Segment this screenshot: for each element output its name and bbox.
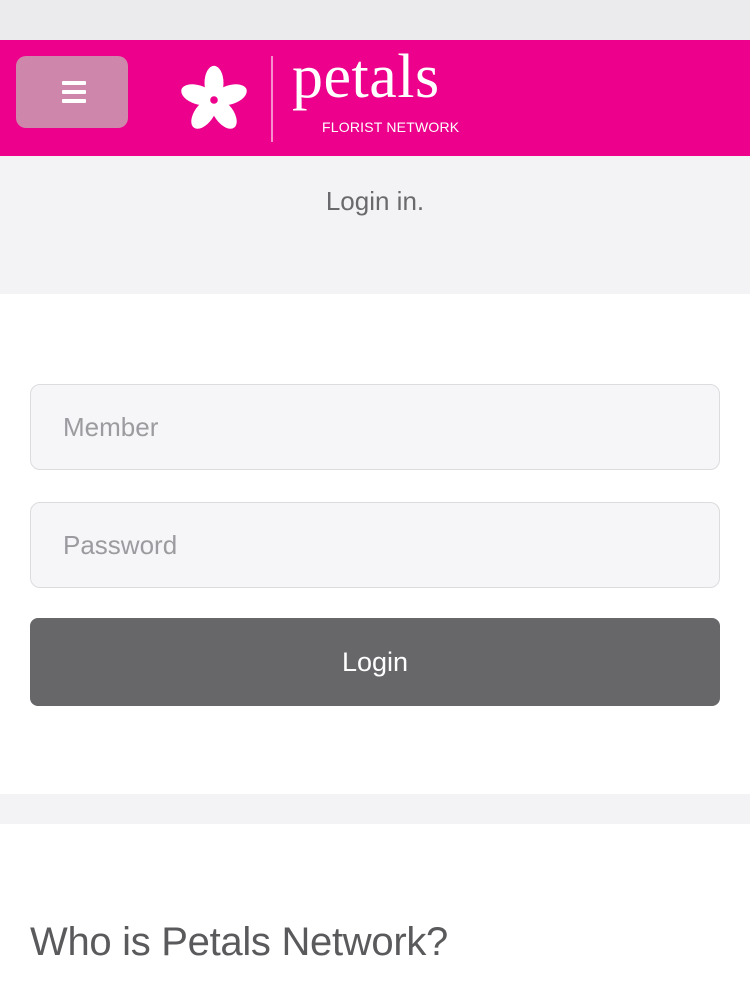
about-heading: Who is Petals Network?: [30, 920, 448, 964]
logo-tagline: FLORIST NETWORK: [322, 119, 460, 135]
logo-divider: [271, 56, 273, 142]
section-separator: [0, 794, 750, 824]
site-header: petals FLORIST NETWORK: [0, 40, 750, 156]
flower-icon: [181, 65, 247, 129]
password-field-wrapper: [30, 502, 720, 588]
page-title: Login in.: [325, 186, 425, 216]
title-band: Login in.: [0, 156, 750, 294]
login-button[interactable]: Login: [30, 618, 720, 706]
member-field-wrapper: [30, 384, 720, 470]
page: petals FLORIST NETWORK Login in. Login W…: [0, 0, 750, 1000]
logo-wordmark: petals: [292, 43, 440, 111]
menu-button[interactable]: [16, 56, 128, 128]
password-field[interactable]: [31, 503, 719, 587]
member-field[interactable]: [31, 385, 719, 469]
status-strip: [0, 0, 750, 40]
petals-logo[interactable]: petals FLORIST NETWORK: [172, 46, 492, 148]
